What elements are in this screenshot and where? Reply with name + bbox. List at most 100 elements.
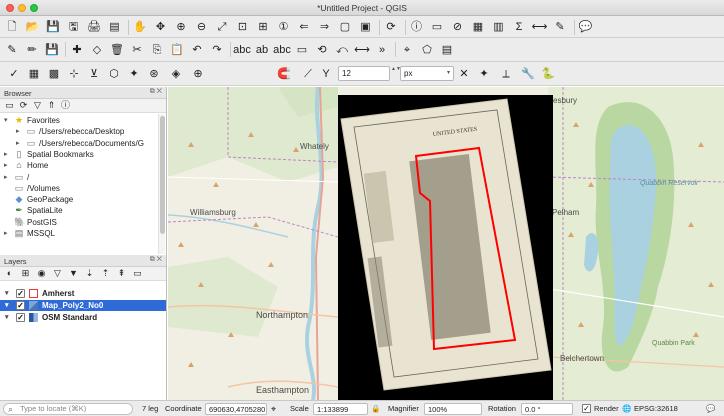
refresh-icon[interactable]: ⟳ xyxy=(18,100,29,111)
snap-edit-icon[interactable]: ⊛ xyxy=(146,66,162,82)
browser-item[interactable]: ▸ ▭ / xyxy=(0,172,158,183)
chevron-right-icon[interactable]: ▸ xyxy=(16,126,20,137)
undo-icon[interactable]: ↶ xyxy=(189,42,205,58)
snap-area-icon[interactable]: ⬡ xyxy=(106,66,122,82)
pan-to-selection-icon[interactable]: ✥ xyxy=(153,19,169,35)
label-change-icon[interactable]: ⟷ xyxy=(354,42,370,58)
browser-item[interactable]: ▸ ▤ MSSQL xyxy=(0,228,158,239)
browser-item[interactable]: ✒ SpatiaLite xyxy=(0,205,158,216)
browser-item[interactable]: 🐘 PostGIS xyxy=(0,217,158,228)
save-as-icon[interactable]: 🖫 xyxy=(66,19,82,35)
crs-button[interactable]: EPSG:32618 xyxy=(634,404,678,414)
magnifier-field[interactable]: 100% xyxy=(424,403,482,415)
label-rotate-icon[interactable]: ⤺ xyxy=(334,42,350,58)
toggle-editing-icon[interactable]: ✏ xyxy=(24,42,40,58)
chevron-right-icon[interactable]: ▸ xyxy=(4,160,8,171)
snap-icon[interactable]: ✓ xyxy=(6,66,22,82)
layer-visibility-checkbox[interactable]: ✓ xyxy=(16,313,25,322)
collapse-icon[interactable]: ⇞ xyxy=(116,268,127,279)
remove-icon[interactable]: ▭ xyxy=(132,268,143,279)
browser-item[interactable]: ▸ ▯ Spatial Bookmarks xyxy=(0,149,158,160)
label-show-icon[interactable]: ▭ xyxy=(294,42,310,58)
print-layout-icon[interactable]: 🖨 xyxy=(86,19,102,35)
layer-item[interactable]: ▾ ✓ Map_Poly2_No0 xyxy=(0,300,166,311)
copy-icon[interactable]: ⎘ xyxy=(149,42,165,58)
messages-icon[interactable]: 💬 xyxy=(706,404,715,414)
snap-intersection-icon[interactable]: ✦ xyxy=(126,66,142,82)
select-features-icon[interactable]: ▭ xyxy=(429,19,445,35)
layers-dock-controls[interactable]: ⧉ ✕ xyxy=(150,256,162,264)
split-icon[interactable]: ✕ xyxy=(456,66,472,82)
browser-item[interactable]: ▸ ▭/Users/rebecca/Desktop xyxy=(0,126,158,137)
zoom-selection-icon[interactable]: ⊡ xyxy=(235,19,251,35)
identify-icon[interactable]: ⓘ xyxy=(409,19,425,35)
deselect-icon[interactable]: ⊘ xyxy=(450,19,466,35)
new-project-icon[interactable]: 🗋 xyxy=(4,19,20,35)
zoom-in-icon[interactable]: ⊕ xyxy=(173,19,189,35)
statistics-icon[interactable]: Σ xyxy=(511,19,527,35)
visibility-icon[interactable]: ◉ xyxy=(36,268,47,279)
field-calculator-icon[interactable]: ▥ xyxy=(491,19,507,35)
scale-field[interactable]: 1:133899 xyxy=(313,403,368,415)
move-icon[interactable]: ⇡ xyxy=(100,268,111,279)
attribute-table-icon[interactable]: ▦ xyxy=(470,19,486,35)
style-icon[interactable]: ◐ xyxy=(4,268,15,279)
offset-icon[interactable]: Y xyxy=(318,66,334,82)
label-move-icon[interactable]: ⟲ xyxy=(314,42,330,58)
save-project-icon[interactable]: 💾 xyxy=(45,19,61,35)
python-icon[interactable]: 🐍 xyxy=(540,66,556,82)
paste-icon[interactable]: 📋 xyxy=(169,42,185,58)
lock-scale-icon[interactable]: 🔒 xyxy=(371,404,380,414)
browser-dock-controls[interactable]: ⧉ ✕ xyxy=(150,88,162,96)
layout-manager-icon[interactable]: ▤ xyxy=(107,19,123,35)
tolerance-spinner[interactable]: ▲▼ xyxy=(391,66,401,81)
refresh-icon[interactable]: ⟳ xyxy=(383,19,399,35)
edits-icon[interactable]: ✎ xyxy=(4,42,20,58)
tips-icon[interactable]: 💬 xyxy=(578,19,594,35)
browser-scrollbar[interactable] xyxy=(158,114,165,254)
digitize-icon[interactable]: ⌖ xyxy=(399,42,415,58)
zoom-layer-icon[interactable]: ⊞ xyxy=(255,19,271,35)
collapse-icon[interactable]: ⇑ xyxy=(46,100,57,111)
render-checkbox[interactable]: ✓ xyxy=(582,404,591,413)
browser-item[interactable]: ◆ GeoPackage xyxy=(0,194,158,205)
add-group-icon[interactable]: ⊞ xyxy=(20,268,31,279)
pan-icon[interactable]: ✋ xyxy=(132,19,148,35)
redo-icon[interactable]: ↷ xyxy=(209,42,225,58)
browser-item[interactable]: ▾ ★ Favorites xyxy=(0,115,158,126)
save-edits-icon[interactable]: 💾 xyxy=(44,42,60,58)
zoom-native-icon[interactable]: ① xyxy=(276,19,292,35)
trim-icon[interactable]: ⟂ xyxy=(498,66,514,82)
new-map-view-icon[interactable]: ▢ xyxy=(337,19,353,35)
measure-icon[interactable]: ⟷ xyxy=(532,19,548,35)
more-icon[interactable]: » xyxy=(374,42,390,58)
tolerance-unit-select[interactable]: px ▾ xyxy=(400,66,454,81)
chevron-down-icon[interactable]: ▾ xyxy=(5,312,9,323)
chevron-right-icon[interactable]: ▸ xyxy=(16,138,20,149)
crs-icon[interactable]: 🌐 xyxy=(622,404,631,414)
chevron-right-icon[interactable]: ▸ xyxy=(4,228,8,239)
filter-icon[interactable]: ▽ xyxy=(52,268,63,279)
layer-item[interactable]: ▾ ✓ Amherst xyxy=(0,288,166,299)
layer-visibility-checkbox[interactable]: ✓ xyxy=(16,301,25,310)
open-project-icon[interactable]: 📂 xyxy=(25,19,41,35)
snap-vertex-icon[interactable]: ⊹ xyxy=(66,66,82,82)
add-icon[interactable]: ▭ xyxy=(4,100,15,111)
chevron-down-icon[interactable]: ▾ xyxy=(4,115,8,126)
georeferencer-icon[interactable]: 🔧 xyxy=(520,66,536,82)
browser-item[interactable]: ▭/Volumes xyxy=(0,183,158,194)
chevron-right-icon[interactable]: ▸ xyxy=(4,172,8,183)
vertex-tool-icon[interactable]: ◇ xyxy=(89,42,105,58)
snap-segment-icon[interactable]: ⊻ xyxy=(86,66,102,82)
layer-visibility-checkbox[interactable]: ✓ xyxy=(16,289,25,298)
legend-filter-icon[interactable]: ▼ xyxy=(68,268,79,279)
annotation-icon[interactable]: ✎ xyxy=(552,19,568,35)
coordinate-field[interactable]: 690630,4705280 xyxy=(205,403,267,415)
browser-item[interactable]: ▸ ▭/Users/rebecca/Documents/G xyxy=(0,138,158,149)
snap-all-icon[interactable]: ▦ xyxy=(26,66,42,82)
new-3d-view-icon[interactable]: ▣ xyxy=(358,19,374,35)
cut-icon[interactable]: ✂ xyxy=(129,42,145,58)
properties-icon[interactable]: ⓘ xyxy=(60,100,71,111)
feature-icon[interactable]: ▤ xyxy=(439,42,455,58)
snapping-tolerance-input[interactable]: 12 xyxy=(338,66,390,81)
